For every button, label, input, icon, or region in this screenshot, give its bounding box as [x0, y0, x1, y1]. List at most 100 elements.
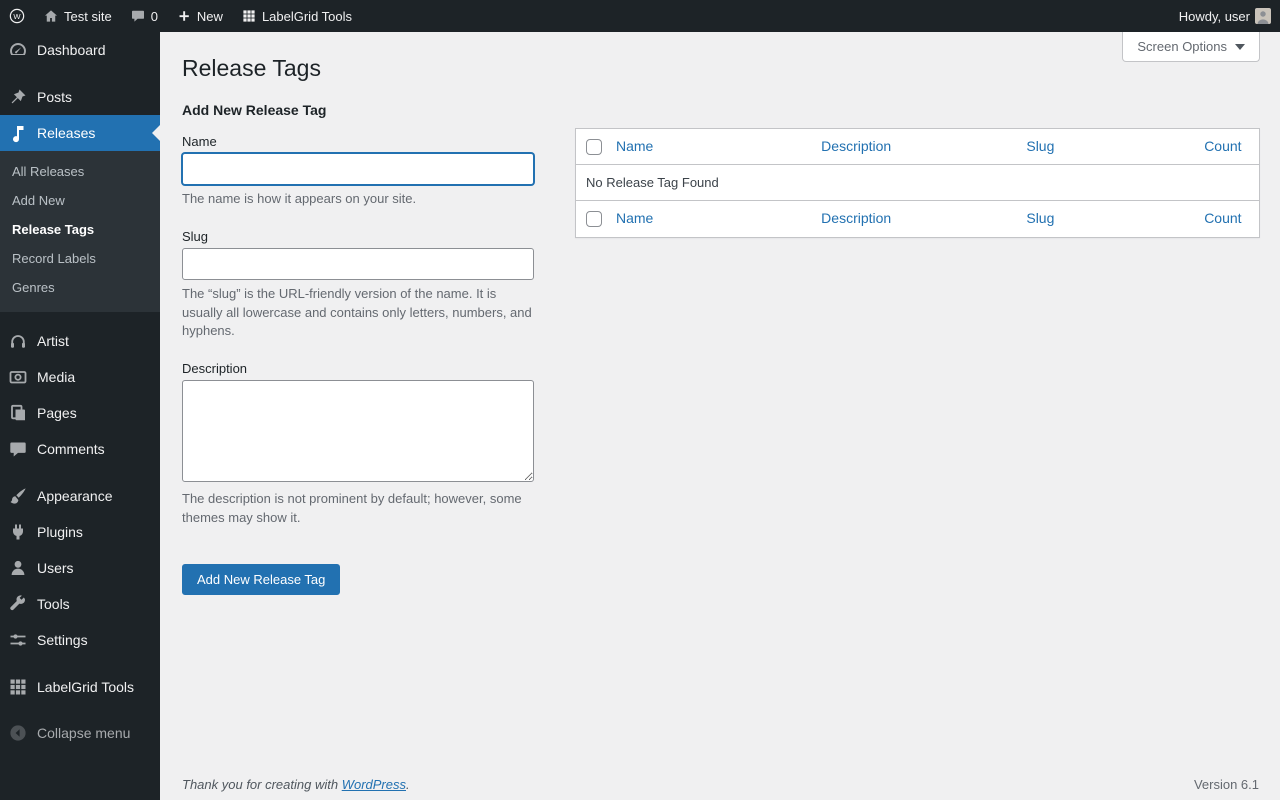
slug-help-text: The “slug” is the URL-friendly version o…: [182, 285, 534, 342]
sidebar-item-label: Comments: [37, 441, 105, 457]
pages-icon: [8, 403, 28, 423]
column-header-name[interactable]: Name: [616, 138, 653, 154]
menu-separator: [0, 68, 160, 79]
home-icon: [43, 8, 59, 24]
column-footer-slug[interactable]: Slug: [1026, 210, 1054, 226]
sidebar-item-label: Appearance: [37, 488, 113, 504]
admin-bar: W Test site 0 New LabelGrid Tools Howdy,…: [0, 0, 1280, 32]
column-footer-description[interactable]: Description: [821, 210, 891, 226]
column-header-count[interactable]: Count: [1204, 138, 1241, 154]
description-help-text: The description is not prominent by defa…: [182, 490, 534, 528]
column-header-slug[interactable]: Slug: [1026, 138, 1054, 154]
svg-text:W: W: [13, 12, 21, 21]
sidebar-item-tools[interactable]: Tools: [0, 586, 160, 622]
sidebar-item-comments[interactable]: Comments: [0, 431, 160, 467]
appearance-icon: [8, 486, 28, 506]
collapse-arrow-icon: [8, 723, 28, 743]
admin-footer: Thank you for creating with WordPress. V…: [182, 777, 1259, 792]
version-label: Version 6.1: [1194, 777, 1259, 792]
submenu-item-add-new[interactable]: Add New: [0, 186, 160, 215]
settings-icon: [8, 630, 28, 650]
wordpress-logo-icon: W: [9, 8, 25, 24]
sidebar-item-artist[interactable]: Artist: [0, 323, 160, 359]
sidebar-item-label: Media: [37, 369, 75, 385]
empty-message: No Release Tag Found: [576, 165, 1260, 201]
submenu-item-genres[interactable]: Genres: [0, 273, 160, 302]
labelgrid-tools-label: LabelGrid Tools: [262, 9, 352, 24]
sidebar-item-label: Artist: [37, 333, 69, 349]
name-label: Name: [182, 134, 544, 149]
name-help-text: The name is how it appears on your site.: [182, 190, 534, 209]
sidebar-item-media[interactable]: Media: [0, 359, 160, 395]
submenu-item-all-releases[interactable]: All Releases: [0, 157, 160, 186]
submenu-item-release-tags[interactable]: Release Tags: [0, 215, 160, 244]
menu-separator: [0, 658, 160, 669]
sidebar-item-dashboard[interactable]: Dashboard: [0, 32, 160, 68]
new-label: New: [197, 9, 223, 24]
screen-options-label: Screen Options: [1137, 39, 1227, 54]
submenu-item-record-labels[interactable]: Record Labels: [0, 244, 160, 273]
labelgrid-tools-menu[interactable]: LabelGrid Tools: [232, 0, 361, 32]
tools-icon: [8, 594, 28, 614]
sidebar-item-label: Dashboard: [37, 42, 106, 58]
table-row: No Release Tag Found: [576, 165, 1260, 201]
site-name-menu[interactable]: Test site: [34, 0, 121, 32]
my-account-menu[interactable]: Howdy, user: [1170, 0, 1280, 32]
sidebar-item-posts[interactable]: Posts: [0, 79, 160, 115]
releases-icon: [8, 123, 28, 143]
new-content-menu[interactable]: New: [167, 0, 232, 32]
sidebar-item-label: Tools: [37, 596, 70, 612]
description-label: Description: [182, 361, 544, 376]
grid-icon: [241, 8, 257, 24]
column-footer-name[interactable]: Name: [616, 210, 653, 226]
sidebar-item-plugins[interactable]: Plugins: [0, 514, 160, 550]
menu-separator: [0, 312, 160, 323]
media-icon: [8, 367, 28, 387]
select-all-checkbox[interactable]: [586, 139, 602, 155]
releases-submenu: All Releases Add New Release Tags Record…: [0, 151, 160, 312]
comment-bubble-icon: [130, 8, 146, 24]
sidebar-item-pages[interactable]: Pages: [0, 395, 160, 431]
admin-menu: Dashboard Posts Releases All Releases Ad…: [0, 32, 160, 800]
sidebar-item-releases[interactable]: Releases: [0, 115, 160, 151]
column-footer-count[interactable]: Count: [1204, 210, 1241, 226]
add-tag-form: Add New Release Tag Name The name is how…: [182, 88, 544, 595]
slug-input[interactable]: [182, 248, 534, 280]
screen-options-button[interactable]: Screen Options: [1122, 32, 1260, 62]
sidebar-item-labelgrid-tools[interactable]: LabelGrid Tools: [0, 669, 160, 705]
plugins-icon: [8, 522, 28, 542]
collapse-menu-label: Collapse menu: [37, 725, 130, 741]
release-tags-table: Name Description Slug Count No Release T…: [575, 128, 1260, 238]
sidebar-item-label: Users: [37, 560, 74, 576]
howdy-label: Howdy, user: [1179, 9, 1250, 24]
footer-thanks: Thank you for creating with WordPress.: [182, 777, 410, 792]
plus-icon: [176, 8, 192, 24]
slug-label: Slug: [182, 229, 544, 244]
table-header-row: Name Description Slug Count: [576, 128, 1260, 165]
select-all-checkbox-bottom[interactable]: [586, 211, 602, 227]
comments-menu[interactable]: 0: [121, 0, 167, 32]
wordpress-link[interactable]: WordPress: [342, 777, 406, 792]
posts-icon: [8, 87, 28, 107]
add-new-release-tag-button[interactable]: Add New Release Tag: [182, 564, 340, 595]
sidebar-item-label: Posts: [37, 89, 72, 105]
footer-thanks-text: Thank you for creating with: [182, 777, 342, 792]
collapse-menu-button[interactable]: Collapse menu: [0, 715, 160, 751]
comments-count: 0: [151, 9, 158, 24]
sidebar-item-users[interactable]: Users: [0, 550, 160, 586]
chevron-down-icon: [1235, 44, 1245, 50]
table-footer-row: Name Description Slug Count: [576, 201, 1260, 238]
artist-icon: [8, 331, 28, 351]
wordpress-logo-menu[interactable]: W: [0, 0, 34, 32]
site-name-label: Test site: [64, 9, 112, 24]
name-input[interactable]: [182, 153, 534, 185]
footer-thanks-period: .: [406, 777, 410, 792]
sidebar-item-appearance[interactable]: Appearance: [0, 478, 160, 514]
column-header-description[interactable]: Description: [821, 138, 891, 154]
description-textarea[interactable]: [182, 380, 534, 482]
sidebar-item-settings[interactable]: Settings: [0, 622, 160, 658]
tags-list: Name Description Slug Count No Release T…: [575, 128, 1260, 238]
form-heading: Add New Release Tag: [182, 102, 544, 118]
sidebar-item-label: Pages: [37, 405, 77, 421]
users-icon: [8, 558, 28, 578]
